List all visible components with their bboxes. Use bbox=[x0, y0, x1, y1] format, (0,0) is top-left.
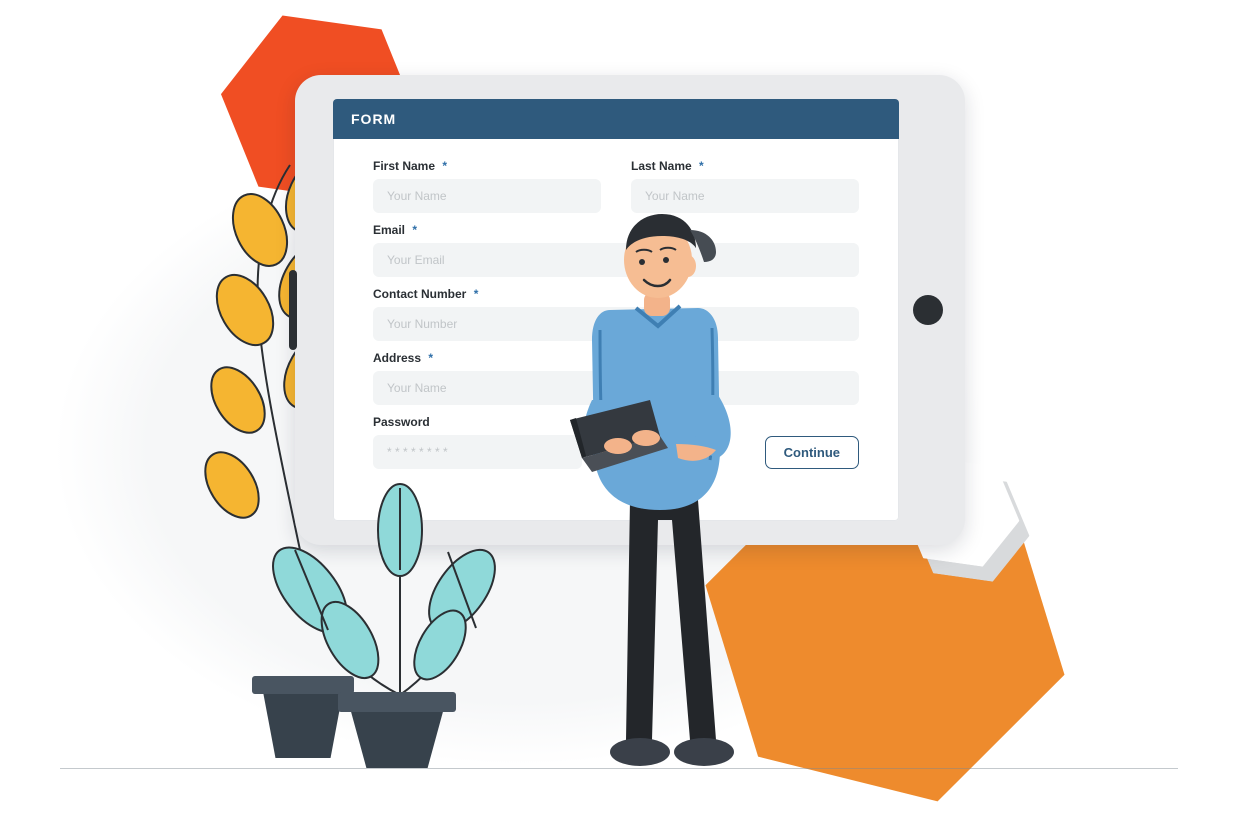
first-name-label: First Name * bbox=[373, 159, 601, 173]
tablet-power-button-icon bbox=[289, 270, 297, 350]
contact-number-label-text: Contact Number bbox=[373, 287, 466, 301]
required-asterisk: * bbox=[442, 159, 447, 173]
tablet-home-button-icon bbox=[913, 295, 943, 325]
ground-line bbox=[60, 768, 1178, 769]
first-name-label-text: First Name bbox=[373, 159, 435, 173]
required-asterisk: * bbox=[699, 159, 704, 173]
last-name-label-text: Last Name bbox=[631, 159, 692, 173]
plant-pot-1-rim bbox=[252, 676, 354, 694]
required-asterisk: * bbox=[474, 287, 479, 301]
required-asterisk: * bbox=[412, 223, 417, 237]
form-header: FORM bbox=[333, 99, 899, 139]
form-title: FORM bbox=[351, 111, 396, 127]
last-name-label: Last Name * bbox=[631, 159, 859, 173]
password-label-text: Password bbox=[373, 415, 430, 429]
plant-pot-2-rim bbox=[338, 692, 456, 712]
person-with-laptop-icon bbox=[540, 200, 780, 780]
illustration-stage: FORM First Name * Last Name * bbox=[0, 0, 1238, 824]
address-label-text: Address bbox=[373, 351, 421, 365]
required-asterisk: * bbox=[428, 351, 433, 365]
email-label-text: Email bbox=[373, 223, 405, 237]
